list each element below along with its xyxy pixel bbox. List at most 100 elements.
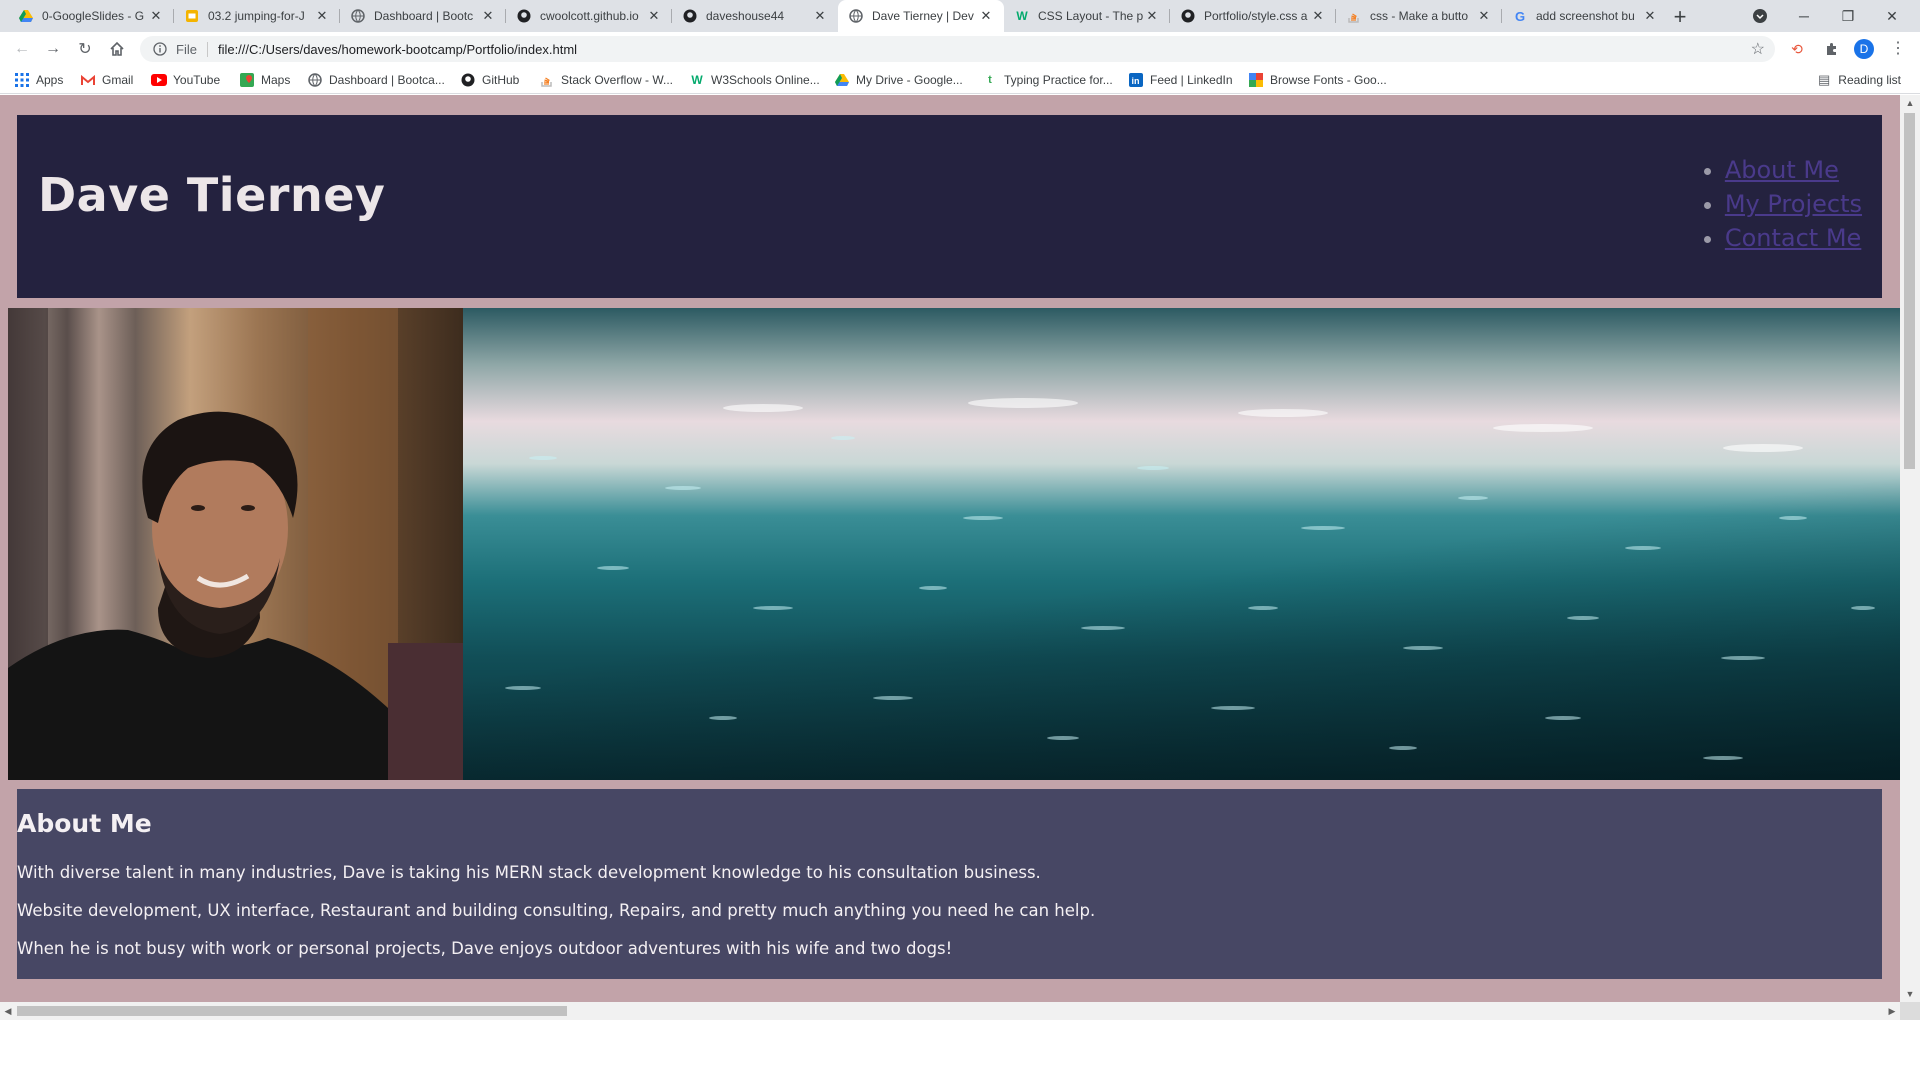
scroll-down-arrow-icon[interactable]: ▼ [1900, 986, 1920, 1002]
info-icon[interactable] [152, 41, 168, 57]
tab-4[interactable]: daveshouse44 ✕ [672, 0, 838, 32]
about-paragraph: Website development, UX interface, Resta… [17, 901, 1096, 920]
bookmark-my-drive[interactable]: My Drive - Google... [834, 66, 963, 94]
bookmark-w3schools[interactable]: W W3Schools Online... [689, 66, 820, 94]
close-icon[interactable]: ✕ [480, 8, 496, 24]
google-drive-icon [834, 72, 850, 88]
horizontal-scroll-thumb[interactable] [17, 1006, 567, 1016]
bookmark-apps[interactable]: Apps [14, 66, 63, 94]
tab-title: 03.2 jumping-for-J [208, 9, 305, 23]
bookmark-maps[interactable]: Maps [239, 66, 290, 94]
close-icon[interactable]: ✕ [1310, 8, 1326, 24]
bookmark-label: Apps [36, 73, 64, 87]
slides-icon [184, 8, 200, 24]
tab-3[interactable]: cwoolcott.github.io ✕ [506, 0, 672, 32]
menu-kebab-icon[interactable]: ⋮ [1890, 38, 1906, 58]
url-text[interactable]: file:///C:/Users/daves/homework-bootcamp… [218, 42, 577, 57]
close-icon[interactable]: ✕ [978, 8, 994, 24]
tab-8[interactable]: css - Make a butto ✕ [1336, 0, 1502, 32]
water-texture [505, 398, 1875, 760]
tab-title: daveshouse44 [706, 9, 785, 23]
close-icon[interactable]: ✕ [1476, 8, 1492, 24]
globe-icon [848, 8, 864, 24]
tab-0[interactable]: 0-GoogleSlides - G ✕ [8, 0, 174, 32]
tab-title: add screenshot bu [1536, 9, 1635, 23]
nav-item-about: About Me [1725, 153, 1862, 187]
stackoverflow-icon [1346, 8, 1362, 24]
svg-text:in: in [1132, 76, 1140, 86]
scroll-right-arrow-icon[interactable]: ▶ [1884, 1002, 1900, 1020]
page-viewport[interactable]: Dave Tierney About Me My Projects Contac… [0, 95, 1900, 1002]
tab-2[interactable]: Dashboard | Bootc ✕ [340, 0, 506, 32]
google-drive-icon [18, 8, 34, 24]
profile-avatar[interactable]: D [1854, 39, 1874, 59]
nav-item-contact: Contact Me [1725, 221, 1862, 255]
bookmark-label: Stack Overflow - W... [561, 73, 674, 87]
close-window-button[interactable]: ✕ [1864, 0, 1920, 32]
google-icon: G [1514, 8, 1526, 24]
tab-9[interactable]: G add screenshot bu ✕ [1502, 0, 1668, 32]
close-icon[interactable]: ✕ [314, 8, 330, 24]
bookmark-github[interactable]: GitHub [460, 66, 519, 94]
tab-strip: 0-GoogleSlides - G ✕ 03.2 jumping-for-J … [0, 0, 1920, 32]
bookmark-label: YouTube [173, 73, 221, 87]
bookmark-google-fonts[interactable]: Browse Fonts - Goo... [1248, 66, 1387, 94]
bookmark-label: Gmail [102, 73, 134, 87]
extensions-puzzle-icon[interactable] [1823, 40, 1841, 58]
close-icon[interactable]: ✕ [1642, 8, 1658, 24]
close-icon[interactable]: ✕ [148, 8, 164, 24]
tab-title: CSS Layout - The p [1038, 9, 1144, 23]
scrollbar-corner [1900, 1002, 1920, 1020]
tab-title: Portfolio/style.css a [1204, 9, 1308, 23]
github-icon [516, 8, 532, 24]
profile-photo [8, 308, 463, 780]
site-title: Dave Tierney [38, 168, 386, 222]
tab-7[interactable]: Portfolio/style.css a ✕ [1170, 0, 1336, 32]
bookmark-typing-practice[interactable]: t Typing Practice for... [982, 66, 1113, 94]
new-tab-button[interactable]: + [1668, 4, 1692, 30]
vertical-scrollbar[interactable]: ▲ ▼ [1900, 95, 1920, 1002]
nav-link-contact-me[interactable]: Contact Me [1725, 224, 1861, 252]
close-icon[interactable]: ✕ [646, 8, 662, 24]
close-icon[interactable]: ✕ [1144, 8, 1160, 24]
bookmark-label: Browse Fonts - Goo... [1270, 73, 1387, 87]
bookmark-gmail[interactable]: Gmail [80, 66, 133, 94]
bookmark-linkedin[interactable]: in Feed | LinkedIn [1128, 66, 1233, 94]
horizontal-scrollbar[interactable]: ◀ ▶ [0, 1002, 1900, 1020]
forward-arrow-icon[interactable]: → [43, 39, 63, 59]
bookmark-label: W3Schools Online... [711, 73, 820, 87]
tab-title: Dave Tierney | Dev [872, 9, 974, 23]
back-arrow-icon[interactable]: ← [12, 39, 32, 59]
about-paragraph: When he is not busy with work or persona… [17, 939, 953, 958]
tab-title: css - Make a butto [1370, 9, 1469, 23]
portrait-illustration [8, 308, 463, 780]
about-section: About Me With diverse talent in many ind… [17, 789, 1882, 979]
hero-banner [8, 308, 1900, 780]
bookmark-youtube[interactable]: YouTube [151, 66, 220, 94]
vertical-scroll-thumb[interactable] [1904, 113, 1915, 469]
extension-arrows-icon[interactable]: ⟲ [1788, 40, 1806, 58]
github-icon [1180, 8, 1196, 24]
bookmark-label: Typing Practice for... [1004, 73, 1113, 87]
bookmarks-bar: Apps Gmail YouTube Maps Dashboard | Boot… [0, 66, 1920, 94]
bookmark-star-icon[interactable]: ☆ [1751, 39, 1765, 59]
scroll-up-arrow-icon[interactable]: ▲ [1900, 95, 1920, 111]
home-icon[interactable] [107, 39, 127, 59]
scheme-label: File [176, 41, 208, 57]
nav-link-my-projects[interactable]: My Projects [1725, 190, 1862, 218]
reload-icon[interactable]: ↻ [75, 39, 95, 59]
tab-active[interactable]: Dave Tierney | Dev ✕ [838, 0, 1004, 32]
bookmark-stackoverflow[interactable]: Stack Overflow - W... [539, 66, 673, 94]
nav-link-about-me[interactable]: About Me [1725, 156, 1839, 184]
bookmark-dashboard[interactable]: Dashboard | Bootca... [307, 66, 445, 94]
tab-6[interactable]: W CSS Layout - The p ✕ [1004, 0, 1170, 32]
scroll-left-arrow-icon[interactable]: ◀ [0, 1002, 16, 1020]
w3schools-icon: W [1016, 9, 1028, 23]
browser-window: 0-GoogleSlides - G ✕ 03.2 jumping-for-J … [0, 0, 1920, 1080]
reading-list-button[interactable]: ▤ Reading list [1818, 66, 1901, 94]
address-bar[interactable]: File file:///C:/Users/daves/homework-boo… [140, 36, 1775, 62]
reading-list-icon: ▤ [1818, 72, 1831, 87]
tab-1[interactable]: 03.2 jumping-for-J ✕ [174, 0, 340, 32]
bookmark-label: My Drive - Google... [856, 73, 963, 87]
close-icon[interactable]: ✕ [812, 8, 828, 24]
